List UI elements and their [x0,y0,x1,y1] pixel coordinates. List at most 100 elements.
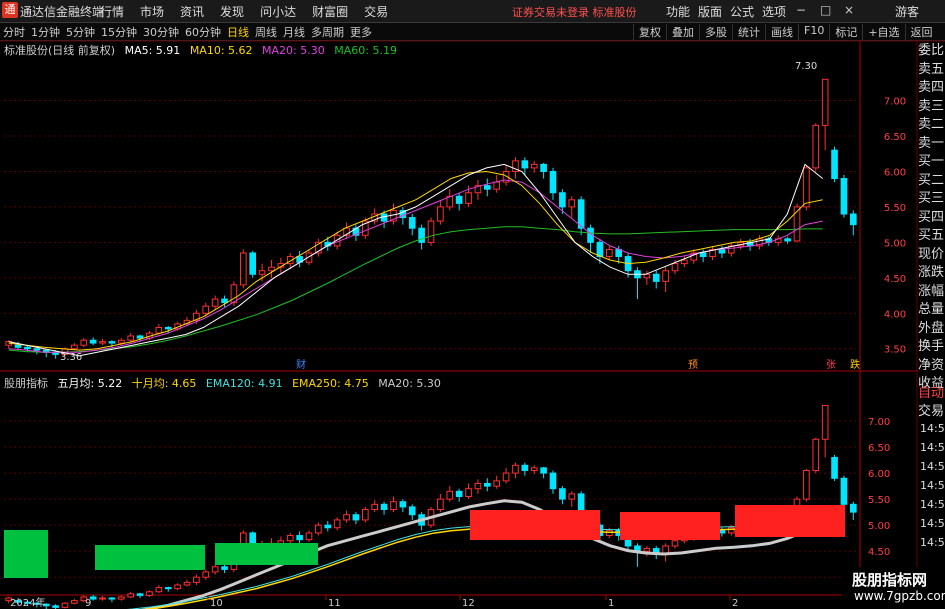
date-label: 2024年 [10,596,45,609]
candle-body [108,341,116,344]
ind-candle-body [117,596,125,600]
indicator-time-label: 14:56 [920,517,945,530]
side-label-4: 卖二 [918,117,945,132]
candle-body [530,163,538,169]
ind-candle-body [446,490,454,500]
candle-body [202,305,210,314]
ind-candle-body [821,404,829,440]
price-tick-label: 4.00 [884,309,906,320]
price-tick-label: 5.00 [884,238,906,249]
candle-body [671,263,679,272]
event-marker-die: 跌 [850,358,860,371]
side-label-10: 买五 [918,228,945,243]
candle-body [211,298,219,307]
price-tick-label: 7.00 [884,97,906,108]
ind-candle-body [512,464,519,474]
band-green-3 [215,543,318,565]
side-label-5: 卖一 [918,135,945,151]
ind-candle-body [108,597,116,600]
price-tick-label: 6.50 [884,132,906,143]
ind-candle-body [211,566,219,573]
ind-candle-body [61,602,69,608]
candle-body [221,298,228,304]
indicator-time-label: 14:56 [920,479,945,492]
date-label: 11 [328,598,341,609]
ma5-line [8,163,824,357]
ind-candle-body [52,605,59,608]
candle-body [24,346,31,350]
event-marker-cai: 财 [296,358,306,371]
ind-candle-body [530,467,538,471]
side-label-0: 委比 [918,43,945,58]
candle-body [465,192,472,204]
ind-candle-body [183,581,191,586]
band-red-2 [620,512,720,540]
candle-body [89,339,97,344]
ind-candle-body [831,456,838,479]
indicator-time-label: 14:56 [920,460,945,473]
ind-candle-body [559,488,566,500]
candle-body [14,344,22,348]
high-price-label: 7.30 [795,61,817,72]
indicator-tick-label: 7.00 [868,417,890,428]
ind-candle-body [221,566,228,570]
indicator-tick-label: 5.50 [868,495,890,506]
ind-candle-body [803,469,810,500]
watermark-title: 股朋指标网 [852,571,928,589]
ind-candle-body [202,571,210,578]
watermark-url: www.7gpzb.com [854,589,945,603]
ind-candle-body [146,591,153,596]
ind-candle-body [849,503,857,513]
trade-label-1[interactable]: 交易 [918,403,945,421]
candle-body [681,259,688,265]
ind-candle-body [483,482,491,487]
quote-side-panel: 委比 卖五 卖四 卖三 卖二 卖一 买一 买二 买三 买四 买五 现价 涨跌 涨幅 总量 外盘 换手 净资 收益 [918,42,945,394]
side-label-8: 买三 [918,191,945,206]
candle-body [258,270,266,275]
date-label: 12 [462,598,475,609]
candle-body [831,149,838,180]
ind-candle-body [399,501,407,508]
ind-candle-body [71,600,78,604]
candle-body [437,206,444,222]
candle-body [239,252,247,286]
ind-candle-body [155,587,163,593]
candle-body [418,227,425,243]
ind-candle-body [380,503,388,511]
candle-body [718,248,726,254]
candle-body [840,178,848,215]
candle-body [849,213,857,226]
candle-body [71,344,78,350]
ind-candle-body [371,503,379,511]
indicator-time-label: 14:56 [920,498,945,511]
ind-candle-body [643,548,651,552]
side-label-2: 卖四 [918,80,945,95]
ind-candle-body [136,593,144,596]
candle-body [605,248,613,258]
candle-body [117,339,125,344]
ind-candle-body [333,519,341,529]
side-label-7: 买二 [918,172,945,188]
kline-chart[interactable]: 3.504.004.505.005.506.006.507.004.004.50… [0,0,945,609]
ind-candle-body [474,482,482,490]
ind-candle-body [840,477,848,505]
date-label: 1 [608,598,614,609]
side-label-16: 换手 [918,339,945,354]
indicator-time-label: 14:56 [920,536,945,549]
side-label-17: 净资 [918,357,945,373]
side-label-3: 卖三 [918,98,945,114]
band-red-3 [735,505,845,537]
candle-body [408,217,416,229]
ind-candle-body [296,535,303,541]
candle-body [483,185,491,190]
ind-candle-body [568,493,576,500]
candle-body [427,220,435,243]
candle-body [521,160,529,169]
ind-candle-body [812,438,820,471]
trade-label-0[interactable]: 自动 [918,385,945,403]
ind-candle-body [361,509,369,521]
ind-candle-body [286,535,294,542]
side-label-13: 涨幅 [918,283,945,299]
side-label-1: 卖五 [918,61,945,77]
candle-body [559,192,566,208]
